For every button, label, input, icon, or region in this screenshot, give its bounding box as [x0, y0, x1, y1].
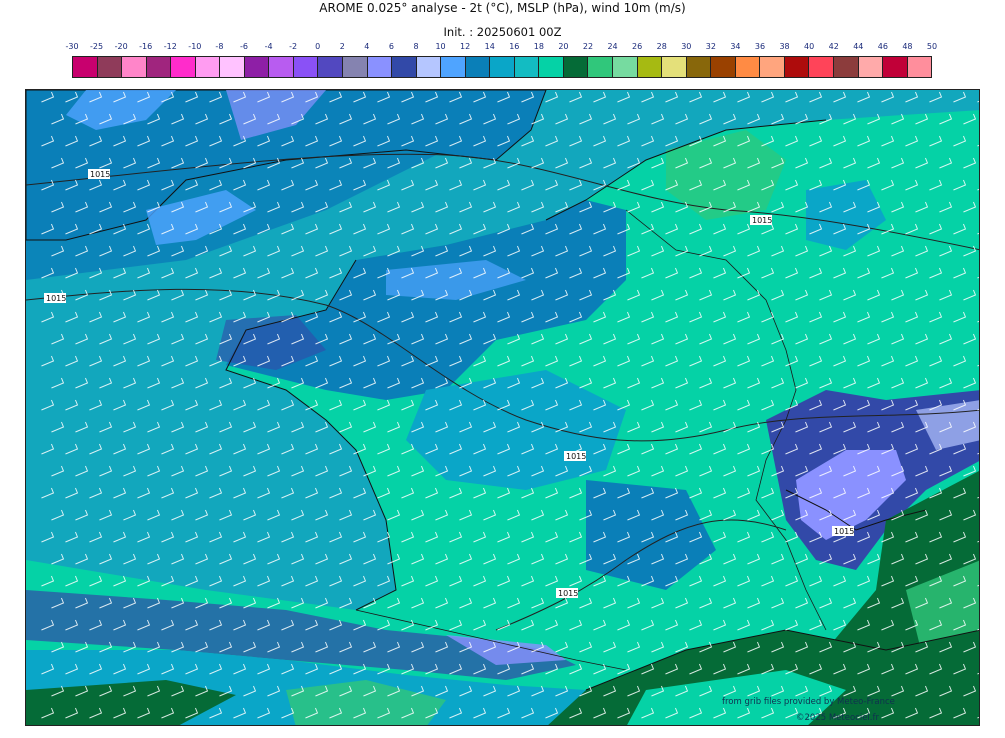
colorbar-swatch	[662, 57, 687, 77]
map-svg: 1015 1015 1015 1015 1015 1015	[26, 90, 979, 725]
init-time: Init. : 20250601 00Z	[443, 25, 562, 39]
colorbar-swatch	[441, 57, 466, 77]
colorbar-swatch	[392, 57, 417, 77]
colorbar-tick-label: 26	[632, 42, 643, 51]
colorbar-swatch	[465, 57, 491, 77]
colorbar-swatch	[883, 57, 908, 77]
weather-map[interactable]: 1015 1015 1015 1015 1015 1015	[25, 89, 980, 726]
colorbar-tick-label: 32	[705, 42, 716, 51]
colorbar-swatch	[637, 57, 663, 77]
colorbar-swatch	[416, 57, 442, 77]
colorbar-swatch	[784, 57, 810, 77]
colorbar-tick-label: 46	[877, 42, 888, 51]
colorbar-tick-label: 40	[804, 42, 815, 51]
colorbar-swatch	[269, 57, 294, 77]
colorbar-tick-label: 0	[315, 42, 321, 51]
colorbar-swatch	[711, 57, 736, 77]
colorbar-swatch	[73, 57, 98, 77]
colorbar-swatch	[833, 57, 859, 77]
colorbar-tick-label: 30	[681, 42, 692, 51]
isobar-label: 1015	[46, 294, 66, 303]
colorbar-tick-label: 10	[435, 42, 446, 51]
temperature-colorbar	[72, 56, 932, 78]
isobar-label: 1015	[834, 527, 854, 536]
colorbar-tick-label: -8	[215, 42, 224, 51]
colorbar-swatch	[686, 57, 712, 77]
colorbar-swatch	[122, 57, 147, 77]
isobar-label: 1015	[566, 452, 586, 461]
colorbar-swatch	[146, 57, 172, 77]
colorbar-swatch	[613, 57, 638, 77]
colorbar-tick-label: -20	[114, 42, 128, 51]
colorbar-swatch	[97, 57, 123, 77]
colorbar-tick-label: 48	[902, 42, 913, 51]
colorbar-tick-label: 38	[779, 42, 790, 51]
colorbar-tick-label: -12	[163, 42, 177, 51]
chart-title: AROME 0.025° analyse - 2t (°C), MSLP (hP…	[319, 1, 686, 15]
colorbar-tick-label: 36	[754, 42, 766, 51]
colorbar-swatch	[293, 57, 319, 77]
colorbar-swatch	[563, 57, 589, 77]
colorbar-tick-label: 16	[509, 42, 520, 51]
colorbar-tick-labels: -30 -25 -20 -16 -12 -10 -8 -6 -4 -2 0 2 4 6 8 10 12 14 16 1…	[65, 42, 937, 54]
colorbar-tick-label: -2	[289, 42, 298, 51]
colorbar-tick-label: 2	[339, 42, 345, 51]
colorbar-swatch	[220, 57, 245, 77]
colorbar-tick-label: 50	[926, 42, 938, 51]
colorbar-tick-label: 12	[460, 42, 471, 51]
colorbar-swatch	[858, 57, 884, 77]
colorbar-tick-label: 4	[364, 42, 370, 51]
colorbar-swatch	[244, 57, 270, 77]
isobar-label: 1015	[558, 589, 578, 598]
colorbar-swatch	[514, 57, 540, 77]
colorbar-swatch	[171, 57, 196, 77]
colorbar-tick-label: 18	[533, 42, 544, 51]
data-source-credit: from grib files provided by Meteo-France	[722, 697, 895, 707]
isobar-label: 1015	[90, 170, 110, 179]
colorbar-swatch	[318, 57, 344, 77]
colorbar-tick-label: 20	[558, 42, 569, 51]
colorbar-tick-label: 42	[828, 42, 839, 51]
colorbar-tick-label: -16	[139, 42, 153, 51]
colorbar-swatch	[490, 57, 515, 77]
colorbar-tick-label: 24	[607, 42, 618, 51]
isobar-label: 1015	[752, 216, 772, 225]
colorbar-tick-label: -25	[90, 42, 104, 51]
colorbar-swatch	[735, 57, 761, 77]
colorbar-swatch	[367, 57, 393, 77]
colorbar-tick-label: -6	[240, 42, 248, 51]
colorbar-tick-label: 8	[413, 42, 419, 51]
colorbar-tick-label: 22	[582, 42, 594, 51]
colorbar-swatch	[195, 57, 221, 77]
colorbar-tick-label: 14	[484, 42, 495, 51]
colorbar-tick-label: 28	[656, 42, 667, 51]
colorbar-swatch	[343, 57, 368, 77]
colorbar-tick-label: 34	[730, 42, 741, 51]
colorbar-tick-label: -4	[264, 42, 273, 51]
copyright-credit: ©2025 Meteociel.fr	[796, 713, 879, 723]
colorbar-swatch	[907, 57, 932, 77]
colorbar-tick-label: -10	[188, 42, 202, 51]
colorbar-tick-label: -30	[65, 42, 79, 51]
colorbar-swatch	[539, 57, 564, 77]
colorbar-tick-label: 44	[853, 42, 864, 51]
colorbar-swatch	[588, 57, 614, 77]
colorbar-swatch	[809, 57, 834, 77]
colorbar-swatch	[760, 57, 785, 77]
colorbar-tick-label: 6	[388, 42, 394, 51]
